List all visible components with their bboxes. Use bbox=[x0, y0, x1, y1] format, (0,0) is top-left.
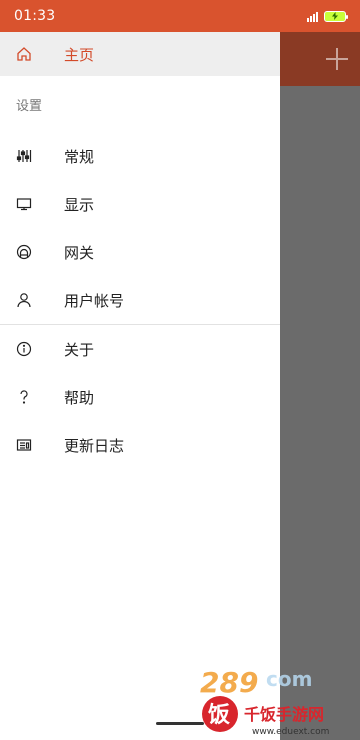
drawer-item-help[interactable]: 帮助 bbox=[0, 373, 280, 421]
background-app[interactable] bbox=[280, 32, 360, 740]
status-bar: 01:33 bbox=[0, 0, 360, 32]
drawer-item-label: 网关 bbox=[64, 243, 95, 262]
drawer-item-label: 用户帐号 bbox=[64, 291, 125, 310]
drawer-item-home[interactable]: 主页 bbox=[0, 32, 280, 76]
drawer-item-changelog[interactable]: 更新日志 bbox=[0, 421, 280, 469]
drawer-item-label: 更新日志 bbox=[64, 436, 125, 455]
monitor-icon bbox=[16, 196, 32, 212]
home-icon bbox=[16, 46, 32, 62]
drawer-item-label: 主页 bbox=[64, 45, 95, 64]
status-icons bbox=[307, 10, 348, 22]
gesture-bar[interactable] bbox=[156, 722, 204, 725]
gateway-icon bbox=[16, 244, 32, 260]
app-toolbar bbox=[280, 32, 360, 86]
settings-section-title: 设置 bbox=[16, 98, 43, 114]
drawer-item-about[interactable]: 关于 bbox=[0, 325, 280, 373]
drawer-item-label: 常规 bbox=[64, 147, 95, 166]
add-icon[interactable] bbox=[326, 48, 348, 70]
drawer-item-display[interactable]: 显示 bbox=[0, 180, 280, 228]
status-time: 01:33 bbox=[14, 8, 56, 24]
user-icon bbox=[16, 292, 32, 308]
signal-icon bbox=[307, 11, 318, 22]
drawer-item-user-account[interactable]: 用户帐号 bbox=[0, 276, 280, 324]
drawer-item-label: 显示 bbox=[64, 195, 95, 214]
drawer-item-general[interactable]: 常规 bbox=[0, 132, 280, 180]
sliders-icon bbox=[16, 148, 32, 164]
battery-icon bbox=[324, 10, 348, 22]
drawer-item-gateway[interactable]: 网关 bbox=[0, 228, 280, 276]
drawer-item-label: 关于 bbox=[64, 340, 95, 359]
help-icon bbox=[16, 389, 32, 405]
drawer-item-label: 帮助 bbox=[64, 388, 95, 407]
info-icon bbox=[16, 341, 32, 357]
navigation-drawer: 主页 设置 常规 显示 网关 用户帐号 关于 帮助 更新日志 bbox=[0, 32, 280, 740]
changelog-icon bbox=[16, 437, 32, 453]
